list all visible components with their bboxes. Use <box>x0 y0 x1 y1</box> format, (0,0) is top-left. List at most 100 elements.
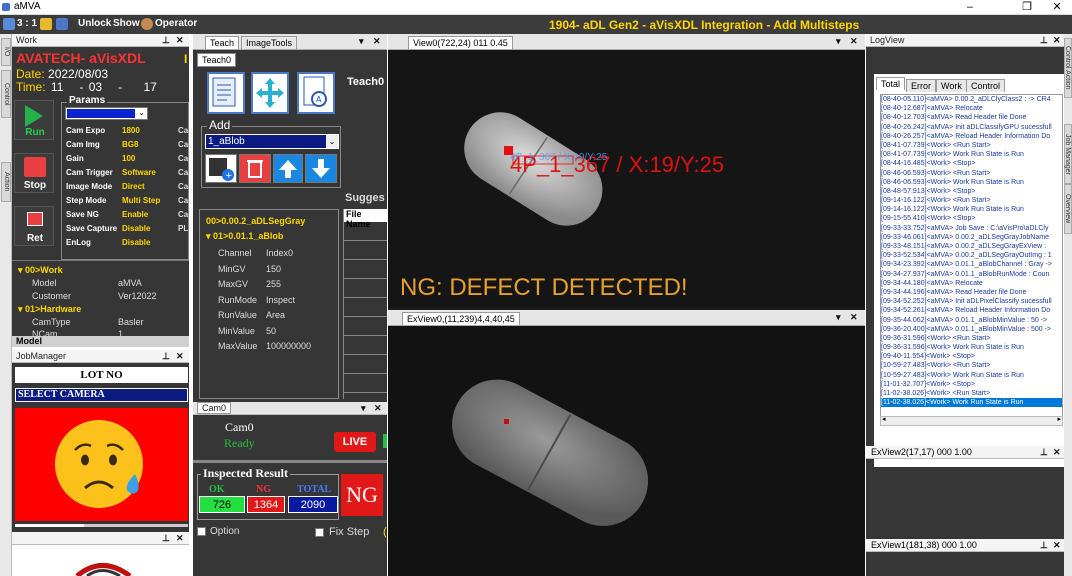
pin-icon[interactable]: ⊥ <box>1040 446 1048 459</box>
maximize-button[interactable]: ❐ <box>1012 0 1042 15</box>
log-line[interactable]: [08-46-06.593]<Work> Work Run State is R… <box>881 178 1062 187</box>
log-line[interactable]: [11-01-32.707]<Work> <Stop> <box>881 380 1062 389</box>
close-icon[interactable]: ✕ <box>1053 539 1061 552</box>
chevron-down-icon[interactable]: ▾ <box>836 36 841 47</box>
side-tab-job-manager[interactable]: Job Manager <box>1064 124 1072 184</box>
close-icon[interactable]: ✕ <box>176 34 184 47</box>
pin-icon[interactable]: ⊥ <box>1040 539 1048 552</box>
log-line[interactable]: [09-34-44.196]<aMVA> Read Header file Do… <box>881 288 1062 297</box>
log-line[interactable]: [08-41-07.739]<Work> <Run Start> <box>881 141 1062 150</box>
log-line[interactable]: [09-33-48.151]<aMVA> 0.00.2_aDLSegGrayEx… <box>881 242 1062 251</box>
param-value[interactable]: BG8 <box>122 140 138 149</box>
delete-button[interactable] <box>239 154 271 183</box>
params-select[interactable]: ⌄ <box>65 107 148 120</box>
param-value[interactable]: Disable <box>122 224 150 233</box>
close-icon[interactable]: ✕ <box>176 350 184 363</box>
file-row[interactable] <box>344 336 387 355</box>
tree-node-hardware[interactable]: ▾ 01>Hardware <box>18 304 81 315</box>
unlock-button[interactable]: Unlock <box>78 18 111 29</box>
ret-button[interactable]: Ret <box>14 206 54 246</box>
log-tab-error[interactable]: Error <box>906 79 936 92</box>
log-line[interactable]: [08-40-26.242]<aMVA> Init aDLClassifyGPU… <box>881 123 1062 132</box>
pin-icon[interactable]: ⊥ <box>162 34 170 47</box>
tab-imagetools[interactable]: ImageTools <box>241 36 298 49</box>
log-line[interactable]: [08-40-05.110]<aMVA> 0.00.2_aDLClyClass2… <box>881 95 1062 104</box>
close-icon[interactable]: ✕ <box>373 36 381 47</box>
close-icon[interactable]: ✕ <box>1053 34 1061 47</box>
side-tab-action[interactable]: Action <box>1 162 11 202</box>
log-line[interactable]: [09-34-52.261]<aMVA> Reload Header Infor… <box>881 306 1062 315</box>
log-hscrollbar[interactable]: ◂ ▸ <box>880 416 1063 426</box>
file-row[interactable] <box>344 317 387 336</box>
side-tab-io[interactable]: I/O <box>1 38 11 66</box>
live-badge[interactable]: LIVE <box>334 432 376 452</box>
log-list[interactable]: [08-40-05.110]<aMVA> 0.00.2_aDLClyClass2… <box>880 94 1063 426</box>
side-tab-control-action[interactable]: Control Action <box>1064 38 1072 98</box>
log-line[interactable]: [09-34-23.392]<aMVA> 0.01.1_aBlobChannel… <box>881 260 1062 269</box>
prop-value[interactable]: 50 <box>266 326 276 336</box>
log-line[interactable]: [08-48-57.913]<Work> <Stop> <box>881 187 1062 196</box>
file-row[interactable] <box>344 298 387 317</box>
log-line[interactable]: [08-40-26.257]<aMVA> Reload Header Infor… <box>881 132 1062 141</box>
log-line[interactable]: [09-35-44.062]<aMVA> 0.01.1_aBlobMinValu… <box>881 316 1062 325</box>
log-line[interactable]: [10-59-27.483]<Work> Work Run State is R… <box>881 371 1062 380</box>
tab-view0[interactable]: View0(722,24) 011 0.45 <box>408 36 513 49</box>
file-row[interactable] <box>344 355 387 374</box>
move-icon[interactable] <box>251 72 289 114</box>
log-tab-work[interactable]: Work <box>936 79 967 92</box>
chevron-down-icon[interactable]: ▾ <box>361 402 366 415</box>
move-up-button[interactable] <box>273 154 303 183</box>
log-line[interactable]: [11-02-38.026]<Work> <Run Start> <box>881 389 1062 398</box>
close-icon[interactable]: ✕ <box>176 532 184 545</box>
prop-value[interactable]: Inspect <box>266 295 295 305</box>
param-value[interactable]: Multi Step <box>122 196 160 205</box>
log-line[interactable]: [08-44-16.485]<Work> <Stop> <box>881 159 1062 168</box>
prop-value[interactable]: Area <box>266 310 285 320</box>
file-row[interactable] <box>344 279 387 298</box>
pin-icon[interactable]: ⊥ <box>162 532 170 545</box>
log-line[interactable]: [09-34-44.180]<aMVA> Relocate <box>881 279 1062 288</box>
close-icon[interactable]: ✕ <box>1053 446 1061 459</box>
log-line[interactable]: [09-36-31.596]<Work> <Run Start> <box>881 334 1062 343</box>
log-tab-total[interactable]: Total <box>876 77 906 90</box>
select-camera-button[interactable]: SELECT CAMERA <box>15 388 188 402</box>
log-line[interactable]: [09-34-27.937]<aMVA> 0.01.1_aBlobRunMode… <box>881 270 1062 279</box>
log-line[interactable]: [09-36-20.400]<aMVA> 0.01.1_aBlobMinValu… <box>881 325 1062 334</box>
log-line[interactable]: [08-40-12.687]<aMVA> Relocate <box>881 104 1062 113</box>
log-line[interactable]: [08-40-12.703]<aMVA> Read Header file Do… <box>881 113 1062 122</box>
side-tab-control[interactable]: Control <box>1 70 11 118</box>
tree-node-work[interactable]: ▾ 00>Work <box>18 265 63 276</box>
fix-step-checkbox[interactable] <box>315 528 324 537</box>
log-line[interactable]: [10-59-27.483]<Work> <Run Start> <box>881 361 1062 370</box>
param-value[interactable]: Direct <box>122 182 145 191</box>
log-line[interactable]: [08-41-07.739]<Work> Work Run State is R… <box>881 150 1062 159</box>
document-search-icon[interactable]: A <box>297 72 335 114</box>
tab-cam0[interactable]: Cam0 <box>197 402 232 414</box>
teach-tree-node[interactable]: 00>0.00.2_aDLSegGray <box>206 216 305 226</box>
log-line[interactable]: [09-14-16.122]<Work> Work Run State is R… <box>881 205 1062 214</box>
tab-teach0[interactable]: Teach0 <box>197 53 237 67</box>
stop-button[interactable]: Stop <box>14 153 54 193</box>
log-line[interactable]: [08-46-06.593]<Work> <Run Start> <box>881 169 1062 178</box>
log-line[interactable]: [11-02-38.026]<Work> Work Run State is R… <box>881 398 1062 408</box>
close-icon[interactable]: ✕ <box>850 312 858 323</box>
log-line[interactable]: [09-14-16.122]<Work> <Run Start> <box>881 196 1062 205</box>
operator-button[interactable]: Operator <box>155 18 197 29</box>
log-line[interactable]: [09-33-52.534]<aMVA> 0.00.2_aDLSegGrayOu… <box>881 251 1062 260</box>
log-line[interactable]: [09-15-55.410]<Work> <Stop> <box>881 214 1062 223</box>
log-tab-control[interactable]: Control <box>966 79 1006 92</box>
save-icon[interactable] <box>56 18 68 30</box>
add-select[interactable]: 1_aBlob ⌄ <box>205 134 339 149</box>
user-icon[interactable] <box>3 18 15 30</box>
folder-icon[interactable] <box>40 18 52 30</box>
param-value[interactable]: Disable <box>122 238 150 247</box>
pin-icon[interactable]: ⊥ <box>1040 34 1048 47</box>
tab-exview0[interactable]: ExView0,(11,239)4,4,40,45 <box>402 312 520 325</box>
file-list[interactable]: File Name <box>343 209 387 399</box>
chevron-down-icon[interactable]: ▾ <box>359 36 364 47</box>
view0-image[interactable] <box>388 50 865 308</box>
log-line[interactable]: [09-40-11.554]<Work> <Stop> <box>881 352 1062 361</box>
teach-tree-node[interactable]: ▾ 01>0.01.1_aBlob <box>206 231 283 242</box>
scroll-right-icon[interactable]: ▸ <box>1057 415 1061 423</box>
file-row[interactable] <box>344 260 387 279</box>
